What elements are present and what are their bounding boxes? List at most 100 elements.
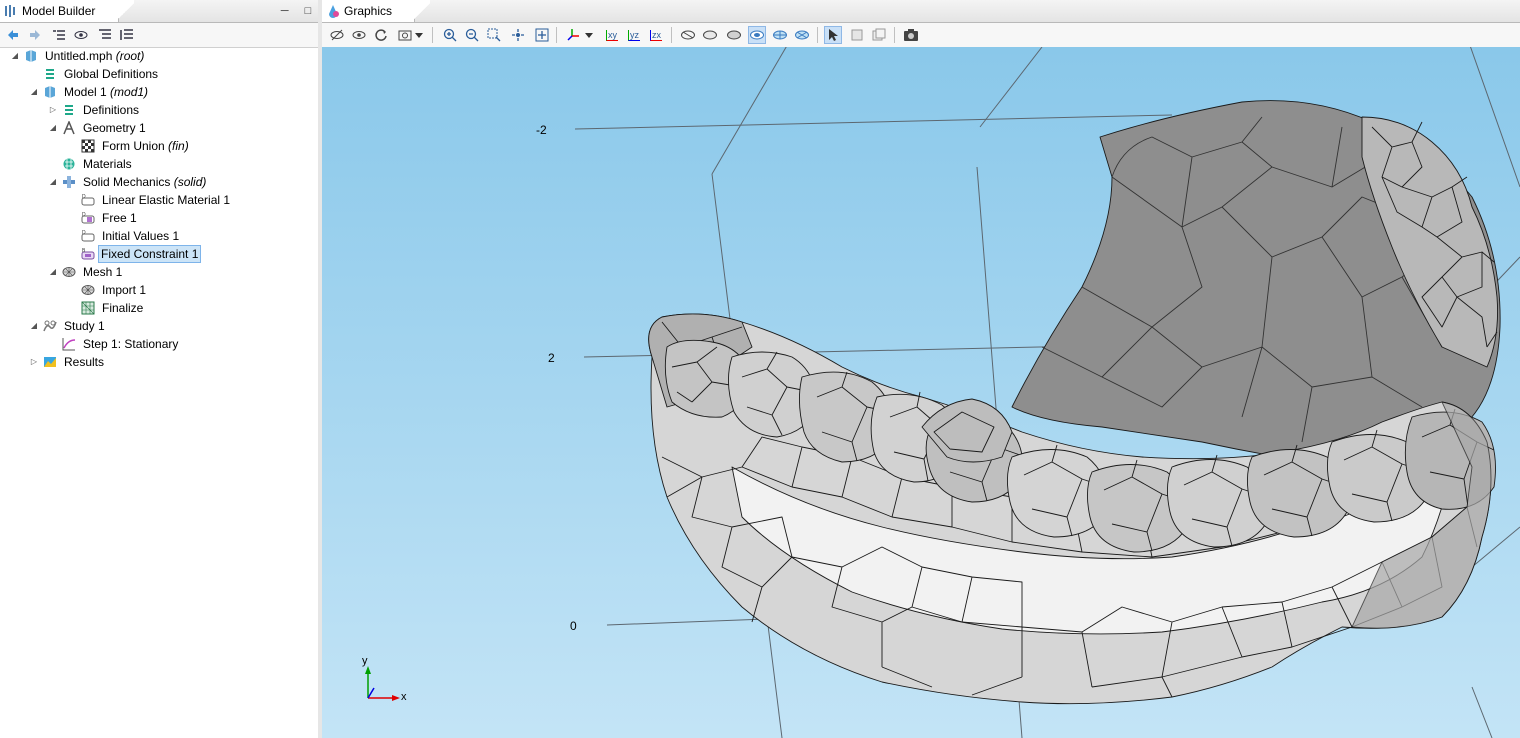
- graphics-tab[interactable]: Graphics: [322, 0, 415, 22]
- back-arrow-icon[interactable]: [4, 26, 22, 44]
- triad-y-label: y: [362, 655, 368, 667]
- zx-view-icon[interactable]: zx: [647, 26, 665, 44]
- tree-label: Mesh 1: [83, 265, 123, 279]
- screenshot-camera-icon[interactable]: [902, 26, 920, 44]
- forward-arrow-icon[interactable]: [26, 26, 44, 44]
- tree-label: Materials: [83, 157, 132, 171]
- graphics-title: Graphics: [344, 4, 393, 18]
- mph-file-icon: [26, 50, 36, 62]
- graphics-panel: Graphics xy yz zx -2 2 0 y x: [322, 0, 1520, 738]
- collapse-all-icon[interactable]: [96, 26, 114, 44]
- graphics-icon: [329, 5, 339, 18]
- solid-mechanics-icon: [63, 176, 75, 188]
- expanded-arrow-icon[interactable]: ◢: [29, 317, 39, 335]
- graphics-toolbar: xy yz zx: [322, 23, 1520, 48]
- zoom-out-icon[interactable]: [463, 26, 481, 44]
- zoom-extents-icon[interactable]: [533, 26, 551, 44]
- expanded-arrow-icon[interactable]: ◢: [48, 173, 58, 191]
- axis-triad: [365, 666, 400, 701]
- collapsed-arrow-icon[interactable]: ▷: [29, 353, 39, 371]
- tree-label: Results: [64, 355, 105, 369]
- transparency-icon[interactable]: [701, 26, 719, 44]
- dropdown-icon[interactable]: [414, 26, 424, 44]
- tree-label: Definitions: [83, 103, 140, 117]
- tree-tag: (mod1): [110, 85, 149, 99]
- mesh-import-icon: [81, 285, 95, 295]
- expand-sections-icon[interactable]: [50, 26, 68, 44]
- free-feature-icon: D: [81, 212, 95, 224]
- expanded-arrow-icon[interactable]: ◢: [29, 83, 39, 101]
- axis-tick-label-2: 2: [548, 351, 555, 365]
- wireframe-icon[interactable]: [679, 26, 697, 44]
- svg-text:D: D: [82, 194, 86, 200]
- zoom-in-icon[interactable]: [441, 26, 459, 44]
- deselect-icon[interactable]: [870, 26, 888, 44]
- model-builder-title: Model Builder: [22, 4, 96, 18]
- svg-text:D: D: [82, 212, 86, 218]
- show-icon[interactable]: [350, 26, 368, 44]
- tree-label: Fixed Constraint 1: [98, 245, 202, 263]
- form-union-icon: [81, 139, 95, 153]
- xy-label: xy: [606, 29, 618, 41]
- expanded-arrow-icon[interactable]: ◢: [48, 119, 58, 137]
- zoom-selection-icon[interactable]: [509, 26, 527, 44]
- model-scene[interactable]: [322, 47, 1520, 738]
- yz-label: yz: [628, 29, 640, 41]
- tree-label: Study 1: [64, 319, 105, 333]
- axis-tick-label-3: 0: [570, 619, 577, 633]
- render-active-icon[interactable]: [748, 26, 766, 44]
- domain-feature-icon: D: [81, 230, 95, 242]
- tree-label: Import 1: [102, 283, 147, 297]
- tree-label: Form Union: [102, 139, 165, 153]
- tree-tag: (solid): [173, 175, 207, 189]
- domain-feature-icon: D: [81, 194, 95, 206]
- reset-view-icon[interactable]: [372, 26, 390, 44]
- dropdown-icon[interactable]: [584, 26, 594, 44]
- geometry-icon: [63, 121, 75, 135]
- results-icon: [44, 357, 56, 367]
- tree-label: Global Definitions: [64, 67, 159, 81]
- imported-mesh-geometry[interactable]: [648, 100, 1501, 705]
- tree-label: Geometry 1: [83, 121, 146, 135]
- mesh-icon: [62, 267, 76, 277]
- stationary-step-icon: [62, 338, 76, 351]
- camera-view-icon[interactable]: [396, 26, 414, 44]
- tree-label: Free 1: [102, 211, 137, 225]
- expanded-arrow-icon[interactable]: ◢: [10, 47, 20, 65]
- expand-all-icon[interactable]: [118, 26, 136, 44]
- axes-view-icon[interactable]: [564, 26, 582, 44]
- render-surface-icon[interactable]: [725, 26, 743, 44]
- hide-icon[interactable]: [328, 26, 346, 44]
- zx-label: zx: [650, 29, 662, 41]
- materials-icon: [63, 158, 75, 170]
- expanded-arrow-icon[interactable]: ◢: [48, 263, 58, 281]
- tree-label: Solid Mechanics: [83, 175, 171, 189]
- model-builder-tab[interactable]: Model Builder: [0, 0, 119, 22]
- render-mesh-icon[interactable]: [771, 26, 789, 44]
- yz-view-icon[interactable]: yz: [625, 26, 643, 44]
- svg-text:D: D: [82, 230, 86, 236]
- tree-label: Finalize: [102, 301, 144, 315]
- tree-label: Initial Values 1: [102, 229, 180, 243]
- global-definitions-icon: [46, 69, 54, 79]
- minimize-icon[interactable]: ─: [279, 5, 291, 17]
- fixed-constraint-icon: B: [81, 248, 95, 260]
- select-box-icon[interactable]: [848, 26, 866, 44]
- tree-label: Untitled.mph: [45, 49, 113, 63]
- model-icon: [45, 86, 55, 98]
- triad-x-label: x: [401, 691, 407, 703]
- tree-tag: (fin): [168, 139, 189, 153]
- zoom-box-icon[interactable]: [485, 26, 503, 44]
- model-builder-panel: Model Builder ─ □ ◢ Untitled.mph (root): [0, 0, 319, 738]
- render-mesh-icon[interactable]: [793, 26, 811, 44]
- select-arrow-icon[interactable]: [824, 26, 842, 44]
- tree-label: Step 1: Stationary: [83, 337, 179, 351]
- show-icon[interactable]: [72, 26, 90, 44]
- maximize-icon[interactable]: □: [302, 5, 314, 17]
- collapsed-arrow-icon[interactable]: ▷: [48, 101, 58, 119]
- graphics-viewport[interactable]: -2 2 0 y x: [322, 47, 1520, 738]
- xy-view-icon[interactable]: xy: [603, 26, 621, 44]
- tree-label: Linear Elastic Material 1: [102, 193, 231, 207]
- model-builder-icon: [5, 5, 15, 17]
- axis-tick-label-1: -2: [536, 123, 547, 137]
